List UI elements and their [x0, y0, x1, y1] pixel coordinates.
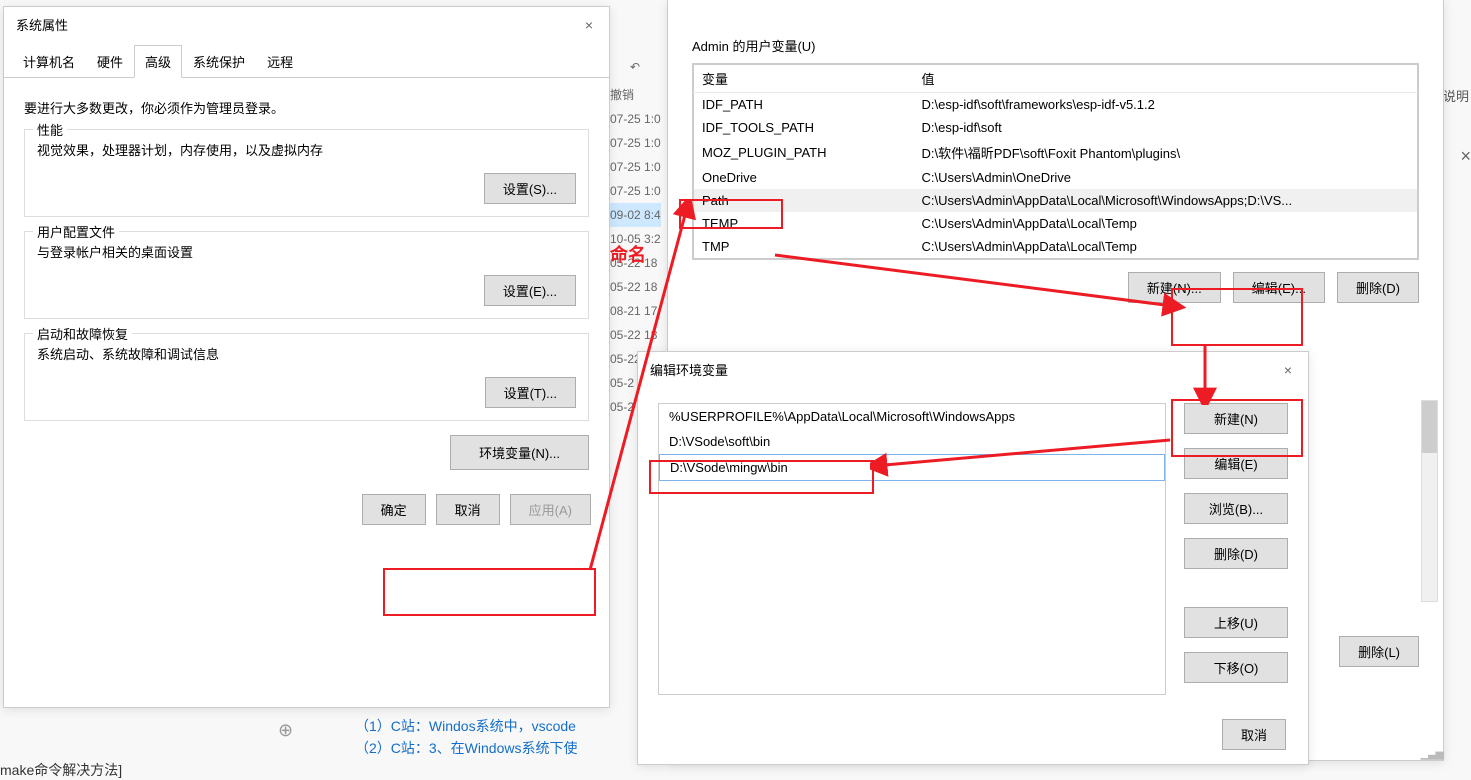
tab-2[interactable]: 高级 [134, 45, 182, 78]
path-up-button[interactable]: 上移(U) [1184, 607, 1288, 638]
path-down-button[interactable]: 下移(O) [1184, 652, 1288, 683]
tab-0[interactable]: 计算机名 [12, 45, 86, 78]
admin-intro: 要进行大多数更改，你必须作为管理员登录。 [24, 98, 589, 117]
table-row[interactable]: PathC:\Users\Admin\AppData\Local\Microso… [694, 189, 1418, 212]
ok-button[interactable]: 确定 [362, 494, 426, 525]
new-var-button[interactable]: 新建(N)... [1128, 272, 1221, 303]
startup-settings-button[interactable]: 设置(T)... [485, 377, 576, 408]
user-vars-table[interactable]: 变量 值 IDF_PATHD:\esp-idf\soft\frameworks\… [693, 64, 1418, 259]
userprofile-legend: 用户配置文件 [33, 222, 119, 241]
performance-group: 性能 视觉效果，处理器计划，内存使用，以及虚拟内存 设置(S)... [24, 129, 589, 217]
tab-4[interactable]: 远程 [256, 45, 304, 78]
perf-desc: 视觉效果，处理器计划，内存使用，以及虚拟内存 [37, 140, 576, 159]
user-profile-group: 用户配置文件 与登录帐户相关的桌面设置 设置(E)... [24, 231, 589, 319]
perf-settings-button[interactable]: 设置(S)... [484, 173, 576, 204]
bg-links: （1）C站：Windos系统中，vscode （2）C站：3、在Windows系… [355, 715, 577, 759]
cancel-button[interactable]: 取消 [436, 494, 500, 525]
col-variable[interactable]: 变量 [694, 65, 914, 93]
close-icon[interactable]: × [1280, 362, 1296, 378]
startup-group: 启动和故障恢复 系统启动、系统故障和调试信息 设置(T)... [24, 333, 589, 421]
userprofile-settings-button[interactable]: 设置(E)... [484, 275, 576, 306]
table-row[interactable]: TEMPC:\Users\Admin\AppData\Local\Temp [694, 212, 1418, 235]
list-item[interactable]: %USERPROFILE%\AppData\Local\Microsoft\Wi… [659, 404, 1165, 429]
resize-grip[interactable]: ▁▃▅ [1421, 747, 1443, 760]
startup-legend: 启动和故障恢复 [33, 324, 132, 343]
close-icon[interactable]: × [1460, 146, 1471, 167]
list-item[interactable]: D:\VSode\soft\bin [659, 429, 1165, 454]
delete-var-button[interactable]: 删除(D) [1337, 272, 1419, 303]
env-vars-button[interactable]: 环境变量(N)... [450, 435, 589, 470]
edit-path-title: 编辑环境变量 [650, 360, 728, 379]
table-row[interactable]: IDF_TOOLS_PATHD:\esp-idf\soft [694, 116, 1418, 139]
close-icon[interactable]: × [581, 17, 597, 33]
path-delete-button[interactable]: 删除(D) [1184, 538, 1288, 569]
scrollbar[interactable] [1421, 400, 1438, 602]
col-value[interactable]: 值 [914, 65, 1418, 93]
startup-desc: 系统启动、系统故障和调试信息 [37, 344, 576, 363]
tab-1[interactable]: 硬件 [86, 45, 134, 78]
path-cancel-button[interactable]: 取消 [1222, 719, 1286, 750]
userprofile-desc: 与登录帐户相关的桌面设置 [37, 242, 576, 261]
perf-legend: 性能 [33, 120, 67, 139]
list-item[interactable]: D:\VSode\mingw\bin [659, 454, 1165, 481]
delete-l-button[interactable]: 删除(L) [1339, 636, 1419, 667]
table-row[interactable]: TMPC:\Users\Admin\AppData\Local\Temp [694, 235, 1418, 259]
side-label: 说明 [1443, 86, 1469, 105]
edit-path-dialog: 编辑环境变量 × %USERPROFILE%\AppData\Local\Mic… [637, 351, 1309, 765]
sysprops-tabs: 计算机名硬件高级系统保护远程 [4, 44, 609, 78]
sysprops-title: 系统属性 [16, 15, 68, 34]
path-new-button[interactable]: 新建(N) [1184, 403, 1288, 434]
apply-button[interactable]: 应用(A) [510, 494, 591, 525]
path-edit-button[interactable]: 编辑(E) [1184, 448, 1288, 479]
bg-bottom-text: make命令解决方法] [0, 760, 122, 780]
edit-var-button[interactable]: 编辑(E)... [1233, 272, 1325, 303]
table-row[interactable]: IDF_PATHD:\esp-idf\soft\frameworks\esp-i… [694, 93, 1418, 117]
path-list[interactable]: %USERPROFILE%\AppData\Local\Microsoft\Wi… [658, 403, 1166, 695]
table-row[interactable]: OneDriveC:\Users\Admin\OneDrive [694, 166, 1418, 189]
table-row[interactable]: MOZ_PLUGIN_PATHD:\软件\福昕PDF\soft\Foxit Ph… [694, 139, 1418, 166]
system-properties-dialog: 系统属性 × 计算机名硬件高级系统保护远程 要进行大多数更改，你必须作为管理员登… [3, 6, 610, 708]
target-icon: ⊕ [278, 720, 293, 741]
user-vars-header: Admin 的用户变量(U) [692, 36, 1419, 55]
path-browse-button[interactable]: 浏览(B)... [1184, 493, 1288, 524]
tab-3[interactable]: 系统保护 [182, 45, 256, 78]
